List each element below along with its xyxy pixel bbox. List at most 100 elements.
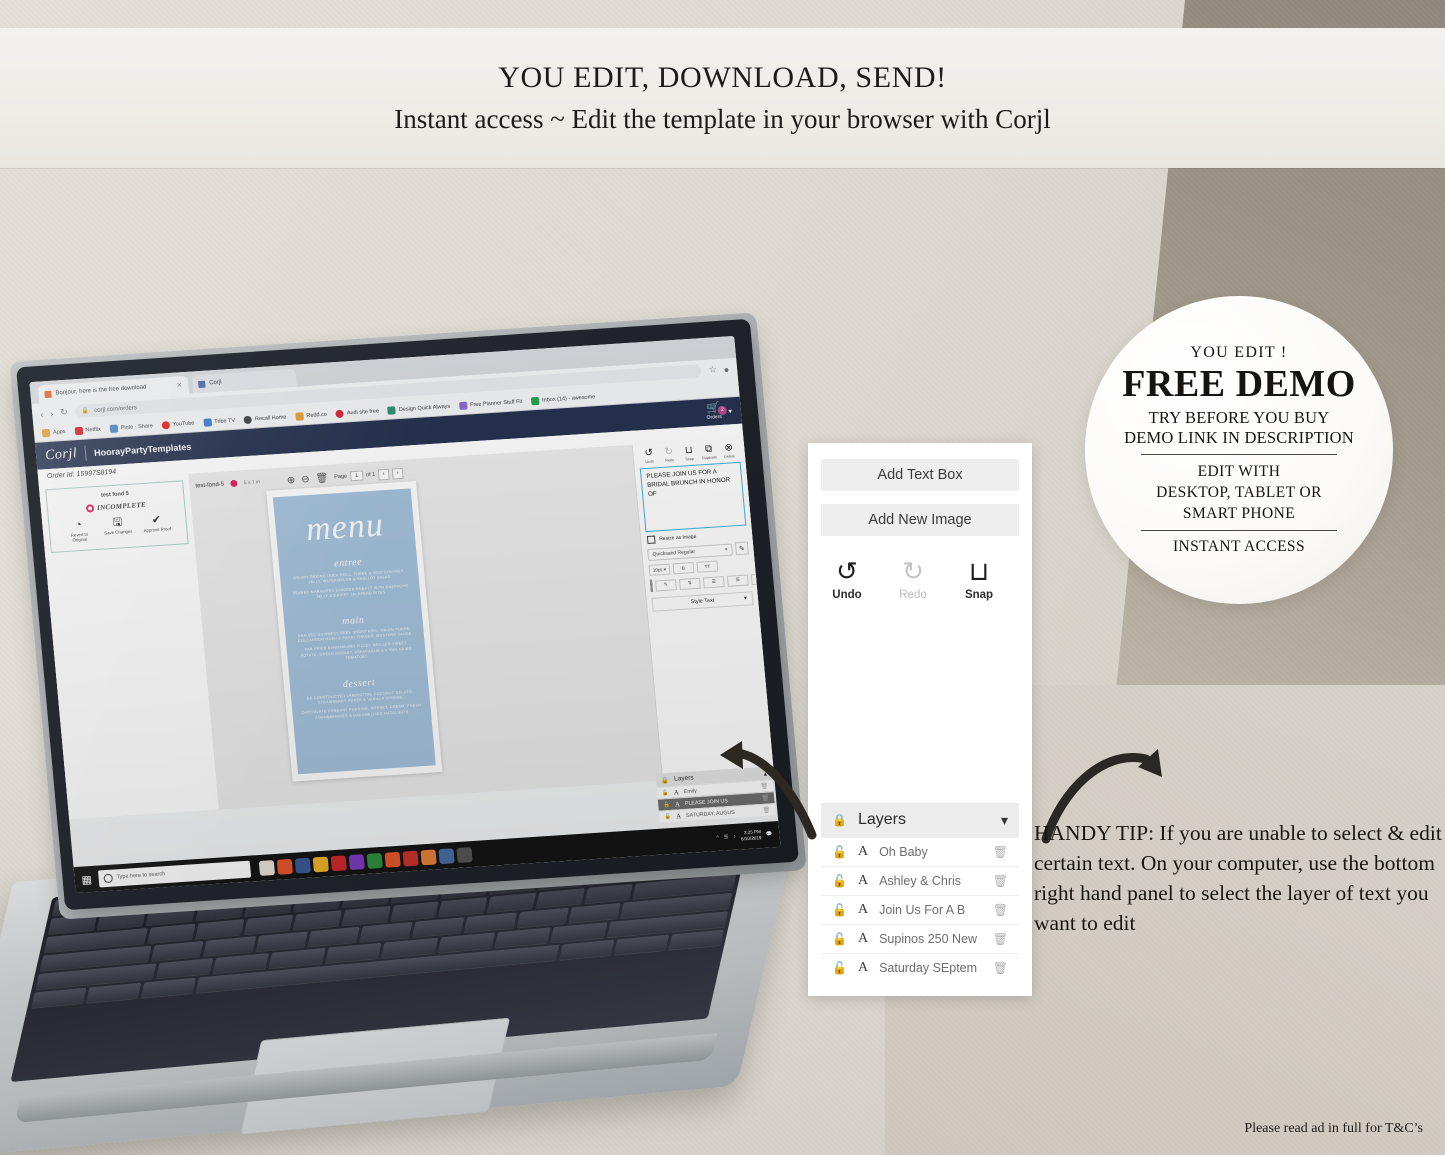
tool-label: Snap	[964, 589, 994, 601]
layer-row[interactable]: 🔓 A Join Us For A B 🗑	[821, 895, 1019, 924]
zoom-out-icon[interactable]: ⊖	[301, 474, 310, 486]
add-new-image-button[interactable]: Add New Image	[821, 504, 1019, 536]
chevron-down-icon[interactable]: ▾	[1001, 812, 1008, 829]
layer-row[interactable]: 🔓 A Oh Baby 🗑	[821, 837, 1019, 866]
font-size-select[interactable]: 10pt ▾	[648, 563, 671, 576]
taskbar-app-icon[interactable]	[384, 851, 401, 868]
lock-icon[interactable]: 🔓	[832, 874, 847, 888]
bookmark-item[interactable]: Netflix	[74, 425, 101, 435]
layer-row[interactable]: 🔓 A Saturday SEptem 🗑	[821, 953, 1019, 982]
taskbar-app-icon[interactable]	[438, 847, 455, 864]
bookmark-item[interactable]: Redd.co	[295, 410, 327, 421]
bookmark-item[interactable]: Pinte - Share	[109, 422, 153, 433]
delete-button[interactable]: ⊗ Delete	[719, 442, 739, 459]
snap-button[interactable]: ⊔ Snap	[679, 445, 699, 462]
font-family-select[interactable]: Quicksand Regular ▾	[647, 542, 733, 561]
prev-page-icon[interactable]: ‹	[377, 468, 390, 480]
bookmark-item[interactable]: Tribe TV	[202, 416, 235, 427]
taskbar-app-icon[interactable]	[402, 850, 419, 867]
bookmark-icon	[41, 428, 51, 437]
zoom-in-icon[interactable]: ⊕	[286, 474, 295, 486]
taskbar-app-icon[interactable]	[366, 852, 383, 869]
chevron-down-icon[interactable]: ▾	[728, 407, 732, 415]
tool-label: Undo	[645, 459, 655, 464]
lock-icon[interactable]: 🔓	[662, 790, 669, 796]
corjl-logo[interactable]: Corjl	[44, 446, 77, 464]
page-input[interactable]: 1	[349, 470, 364, 482]
align-left-icon[interactable]: ☰	[702, 575, 725, 588]
lock-icon[interactable]: 🔓	[832, 932, 847, 946]
save-changes-button[interactable]: 🖫 Save Changes	[102, 516, 134, 542]
design-canvas[interactable]: menu entree CRISPY PEKING DUCK ROLL, THR…	[266, 481, 443, 782]
layers-header[interactable]: 🔒 Layers ▾	[821, 803, 1019, 837]
snap-button[interactable]: ⊔ Snap	[959, 559, 999, 602]
save-icon: 🖫	[112, 516, 123, 529]
color-and-align-row: ✎ ⇅ ☰ ☰ ↑ 🔒	[649, 570, 781, 592]
bookmark-item[interactable]: Free Planner Stuff Fit	[458, 397, 523, 410]
shop-name: HoorayPartyTemplates	[93, 441, 192, 458]
windows-icon[interactable]: ▦	[78, 872, 95, 886]
layer-row[interactable]: 🔓 A Supinos 250 New 🗑	[821, 924, 1019, 953]
next-page-icon[interactable]: ›	[391, 467, 404, 480]
bookmark-item[interactable]: Audi site free	[335, 407, 379, 418]
text-case-button[interactable]: TT	[696, 560, 719, 573]
close-icon[interactable]: ✕	[176, 381, 182, 389]
forward-icon[interactable]: ›	[50, 408, 54, 418]
layer-row[interactable]: 🔓 A Ashley & Chris 🗑	[821, 866, 1019, 895]
undo-button[interactable]: ↺ Undo	[639, 447, 659, 464]
bookmark-item[interactable]: YouTube	[161, 419, 195, 430]
add-text-box-button[interactable]: Add Text Box	[821, 459, 1019, 491]
text-color-picker-icon[interactable]: ✎	[734, 541, 749, 556]
taskbar-app-icon[interactable]	[420, 848, 437, 865]
laptop-photo: MacBook Pro Bonjour, here is the free do…	[0, 312, 807, 1155]
text-edit-field[interactable]: PLEASE JOIN US FOR A BRIDAL BRUNCH IN HO…	[639, 461, 747, 533]
tool-label: Delete	[724, 454, 735, 459]
redo-button[interactable]: ↻ Redo	[659, 446, 679, 463]
header-right-group: 🛒 Orders 2 ▾	[705, 402, 732, 421]
bookmark-item[interactable]: Recall Home	[243, 413, 287, 424]
taskbar-app-icon[interactable]	[258, 859, 276, 876]
divider	[1141, 530, 1337, 531]
approve-proof-button[interactable]: ✔ Approve Proof	[141, 514, 173, 539]
design-thumbnail-card[interactable]: test fond 5 INCOMPLETE ◔ Revert to Origi…	[45, 480, 189, 553]
duplicate-button[interactable]: ⧉ Duplicate	[699, 444, 719, 461]
taskbar-app-icon[interactable]	[348, 853, 365, 870]
bookmark-label: Inbox (14) - awesome	[541, 393, 596, 404]
color-swatch[interactable]	[649, 579, 653, 592]
bookmark-item[interactable]: Apps	[41, 427, 66, 437]
taskbar-app-icon[interactable]	[312, 856, 329, 872]
bookmark-item[interactable]: Inbox (14) - awesome	[530, 393, 596, 405]
style-text-accordion[interactable]: Style Text ▾	[651, 591, 754, 612]
taskbar-app-icon[interactable]	[294, 857, 311, 874]
taskbar-app-icon[interactable]	[456, 846, 473, 863]
layer-name: Supinos 250 New	[879, 932, 978, 946]
taskbar-app-icon[interactable]	[330, 854, 347, 871]
lock-icon[interactable]: 🔓	[832, 845, 847, 859]
undo-button[interactable]: ↺ Undo	[827, 559, 867, 602]
trash-icon[interactable]: 🗑	[993, 845, 1008, 859]
revert-to-original-button[interactable]: ◔ Revert to Original	[63, 519, 95, 544]
profile-icon[interactable]: ●	[723, 364, 729, 374]
trash-icon[interactable]: 🗑	[993, 874, 1008, 888]
bookmark-item[interactable]: Design Quick Always	[387, 402, 451, 415]
star-icon[interactable]: ☆	[708, 364, 717, 375]
lock-icon[interactable]: 🔓	[663, 802, 670, 808]
reload-icon[interactable]: ↻	[60, 407, 69, 418]
line-height-icon[interactable]: ⇅	[678, 577, 701, 590]
align-center-icon[interactable]: ☰	[726, 574, 749, 587]
bold-button[interactable]: B	[672, 562, 695, 575]
trash-icon[interactable]: 🗑	[993, 961, 1008, 975]
redo-button[interactable]: ↻ Redo	[893, 559, 933, 602]
taskbar-search-input[interactable]: Type here to search	[97, 860, 252, 887]
favicon-icon	[44, 390, 52, 398]
taskbar-app-icon[interactable]	[276, 858, 293, 875]
back-icon[interactable]: ‹	[40, 409, 44, 419]
eyedropper-icon[interactable]: ✎	[654, 578, 677, 592]
trash-icon[interactable]: 🗑	[315, 472, 329, 484]
trash-icon[interactable]: 🗑	[993, 903, 1008, 917]
text-layer-icon: A	[857, 873, 869, 888]
trash-icon[interactable]: 🗑	[993, 932, 1008, 946]
lock-icon[interactable]: 🔓	[832, 903, 847, 917]
lock-icon[interactable]: 🔓	[664, 813, 671, 819]
lock-icon[interactable]: 🔓	[832, 961, 847, 975]
